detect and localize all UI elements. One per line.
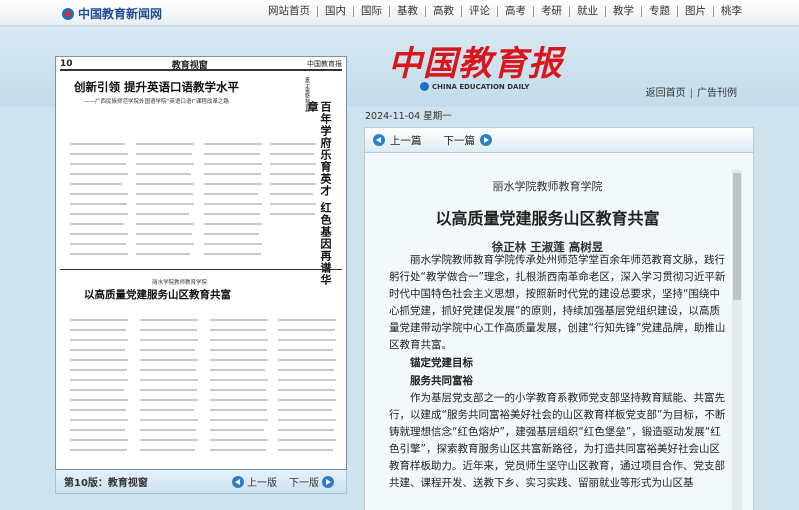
next-article-label: 下一篇 bbox=[443, 134, 476, 147]
article-title: 以高质量党建服务山区教育共富 bbox=[435, 209, 660, 228]
nav-employment[interactable]: 就业 bbox=[569, 6, 605, 17]
nav-taoli[interactable]: 桃李 bbox=[713, 6, 749, 17]
page-section: 教育视窗 bbox=[171, 60, 208, 71]
preview-divider bbox=[60, 269, 342, 270]
article-panel: 丽水学院教师教育学院 以高质量党建服务山区教育共富 徐正林 王淑莲 高树昱 丽水… bbox=[364, 153, 754, 510]
scrollbar-thumb[interactable] bbox=[733, 173, 741, 300]
top-bar: 中国教育新闻网 网站首页 国内 国际 基教 高教 评论 高考 考研 就业 教学 … bbox=[0, 0, 799, 26]
masthead-en-text: CHINA EDUCATION DAILY bbox=[432, 82, 530, 91]
next-page-label: 下一版 bbox=[289, 478, 319, 489]
nav-gaokao[interactable]: 高考 bbox=[497, 6, 533, 17]
preview-subheadline-1: ——广西民族师范学院外国语学院“英语口语Ⅰ”课程改革之路 bbox=[84, 99, 229, 105]
prev-page-button[interactable]: 上一版 bbox=[232, 474, 277, 489]
article-body: 丽水学院教师教育学院传承处州师范学堂百余年师范教育文脉，践行躬行处“教学做合一”… bbox=[389, 252, 727, 492]
next-page-button[interactable]: 下一版 bbox=[289, 474, 334, 489]
top-nav: 网站首页 国内 国际 基教 高教 评论 高考 考研 就业 教学 专题 图片 桃李 bbox=[261, 6, 749, 17]
site-logo[interactable]: 中国教育新闻网 bbox=[62, 5, 162, 22]
article-subheading: 锚定党建目标 bbox=[410, 357, 473, 369]
page-header: 10 教育视窗 中国教育报 bbox=[60, 59, 342, 71]
preview-label-2: 丽水学院教师教育学院 bbox=[152, 280, 208, 286]
header-links: 返回首页 | 广告刊例 bbox=[642, 84, 741, 99]
masthead-en: CHINA EDUCATION DAILY bbox=[420, 82, 530, 91]
ad-index-link[interactable]: 广告刊例 bbox=[693, 88, 741, 99]
article-nav: 上一篇 下一篇 bbox=[364, 127, 754, 153]
logo-icon bbox=[62, 7, 74, 20]
nav-kaoyan[interactable]: 考研 bbox=[533, 6, 569, 17]
back-home-link[interactable]: 返回首页 bbox=[642, 88, 690, 99]
arrow-left-icon bbox=[232, 475, 244, 488]
page-label: 第10版：教育视窗 bbox=[64, 478, 148, 489]
page-preview[interactable]: 10 教育视窗 中国教育报 创新引领 提升英语口语教学水平 ——广西民族师范学院… bbox=[55, 56, 347, 470]
preview-headline-1[interactable]: 创新引领 提升英语口语教学水平 bbox=[74, 79, 239, 95]
arrow-right-icon bbox=[322, 475, 334, 488]
nav-international[interactable]: 国际 bbox=[353, 6, 389, 17]
nav-comment[interactable]: 评论 bbox=[461, 6, 497, 17]
globe-icon bbox=[420, 82, 429, 91]
page-footer: 第10版：教育视窗 上一版 下一版 bbox=[55, 470, 347, 494]
page-number: 10 bbox=[60, 59, 73, 69]
nav-topics[interactable]: 专题 bbox=[641, 6, 677, 17]
arrow-right-icon bbox=[480, 134, 492, 146]
nav-home[interactable]: 网站首页 bbox=[261, 6, 317, 17]
prev-page-label: 上一版 bbox=[247, 478, 277, 489]
issue-date: 2024-11-04 星期一 bbox=[365, 111, 452, 122]
arrow-left-icon bbox=[373, 134, 385, 146]
article-paragraph: 丽水学院教师教育学院传承处州师范学堂百余年师范教育文脉，践行躬行处“教学做合一”… bbox=[389, 254, 726, 351]
article-kicker: 丽水学院教师教育学院 bbox=[492, 180, 603, 193]
article-scrollbar[interactable] bbox=[732, 170, 742, 510]
article-paragraph: 作为基层党支部之一的小学教育系教师党支部坚持教育赋能、共富先行，以建成“服务共同… bbox=[389, 392, 726, 489]
nav-images[interactable]: 图片 bbox=[677, 6, 713, 17]
nav-domestic[interactable]: 国内 bbox=[317, 6, 353, 17]
prev-article-label: 上一篇 bbox=[390, 134, 422, 147]
page-brand: 中国教育报 bbox=[306, 60, 342, 68]
site-logo-text: 中国教育新闻网 bbox=[78, 7, 163, 21]
prev-article-button[interactable]: 上一篇 bbox=[373, 133, 422, 148]
article-subheading: 服务共同富裕 bbox=[410, 375, 473, 387]
nav-basic-edu[interactable]: 基教 bbox=[389, 6, 425, 17]
preview-headline-2[interactable]: 以高质量党建服务山区教育共富 bbox=[84, 287, 231, 302]
next-article-button[interactable]: 下一篇 bbox=[443, 133, 492, 148]
masthead-logo: 中国教育报 bbox=[388, 44, 563, 84]
nav-teaching[interactable]: 教学 bbox=[605, 6, 641, 17]
nav-higher-edu[interactable]: 高教 bbox=[425, 6, 461, 17]
